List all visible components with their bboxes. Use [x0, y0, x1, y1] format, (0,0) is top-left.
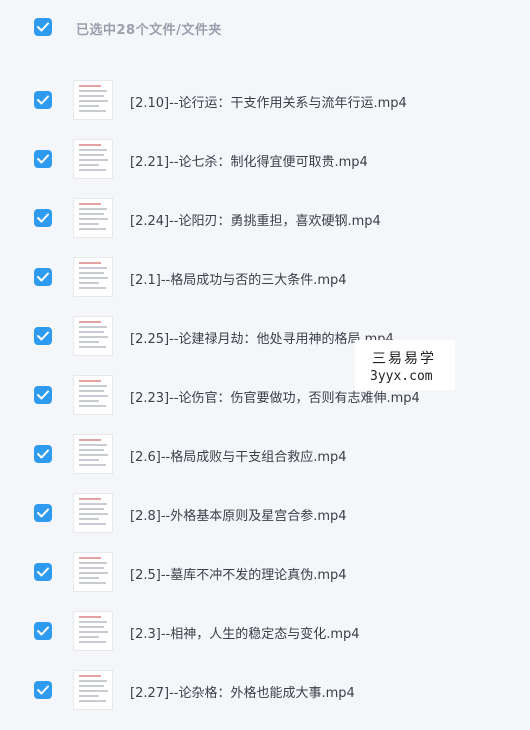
file-checkbox[interactable] [34, 327, 52, 345]
check-icon [37, 22, 49, 32]
video-thumbnail [73, 552, 113, 592]
file-name: [2.5]--墓库不冲不发的理论真伪.mp4 [130, 568, 347, 583]
file-row[interactable]: [2.8]--外格基本原则及星宫合参.mp4 [0, 471, 530, 533]
file-row[interactable]: [2.10]--论行运：干支作用关系与流年行运.mp4 [0, 58, 530, 120]
file-checkbox[interactable] [34, 445, 52, 463]
watermark-line1: 三易易学 [372, 351, 436, 367]
file-row[interactable]: [2.6]--格局成败与干支组合救应.mp4 [0, 412, 530, 474]
check-icon [37, 390, 49, 400]
file-checkbox[interactable] [34, 504, 52, 522]
check-icon [37, 213, 49, 223]
file-name: [2.21]--论七杀：制化得宜便可取贵.mp4 [130, 155, 368, 170]
file-row[interactable]: [2.3]--相神，人生的稳定态与变化.mp4 [0, 589, 530, 651]
video-thumbnail [73, 316, 113, 356]
file-name: [2.6]--格局成败与干支组合救应.mp4 [130, 450, 347, 465]
check-icon [37, 626, 49, 636]
check-icon [37, 331, 49, 341]
check-icon [37, 567, 49, 577]
video-thumbnail [73, 375, 113, 415]
check-icon [37, 95, 49, 105]
file-name: [2.24]--论阳刃：勇挑重担，喜欢硬钢.mp4 [130, 214, 381, 229]
video-thumbnail [73, 493, 113, 533]
video-thumbnail [73, 257, 113, 297]
file-selection-page: 已选中28个文件/文件夹 [2.10]--论行运：干支作用关系与流年行运.mp4… [0, 0, 530, 730]
file-name: [2.10]--论行运：干支作用关系与流年行运.mp4 [130, 96, 407, 111]
video-thumbnail [73, 670, 113, 710]
file-checkbox[interactable] [34, 563, 52, 581]
video-thumbnail [73, 434, 113, 474]
check-icon [37, 449, 49, 459]
check-icon [37, 272, 49, 282]
file-row[interactable]: [2.5]--墓库不冲不发的理论真伪.mp4 [0, 530, 530, 592]
video-thumbnail [73, 198, 113, 238]
file-checkbox[interactable] [34, 209, 52, 227]
selection-count-title: 已选中28个文件/文件夹 [76, 23, 222, 38]
video-thumbnail [73, 611, 113, 651]
watermark-line2: 3yyx.com [370, 369, 433, 384]
file-name: [2.8]--外格基本原则及星宫合参.mp4 [130, 509, 347, 524]
video-thumbnail [73, 139, 113, 179]
select-all-checkbox[interactable] [34, 18, 52, 36]
file-row[interactable]: [2.24]--论阳刃：勇挑重担，喜欢硬钢.mp4 [0, 176, 530, 238]
check-icon [37, 508, 49, 518]
check-icon [37, 685, 49, 695]
file-row[interactable]: [2.1]--格局成功与否的三大条件.mp4 [0, 235, 530, 297]
file-checkbox[interactable] [34, 386, 52, 404]
file-checkbox[interactable] [34, 91, 52, 109]
file-checkbox[interactable] [34, 622, 52, 640]
video-thumbnail [73, 80, 113, 120]
file-name: [2.3]--相神，人生的稳定态与变化.mp4 [130, 627, 360, 642]
file-checkbox[interactable] [34, 681, 52, 699]
file-row[interactable]: [2.27]--论杂格：外格也能成大事.mp4 [0, 648, 530, 710]
site-watermark: 三易易学 3yyx.com [355, 340, 455, 390]
file-checkbox[interactable] [34, 268, 52, 286]
file-row[interactable]: [2.21]--论七杀：制化得宜便可取贵.mp4 [0, 117, 530, 179]
file-name: [2.27]--论杂格：外格也能成大事.mp4 [130, 686, 355, 701]
file-checkbox[interactable] [34, 150, 52, 168]
check-icon [37, 154, 49, 164]
file-name: [2.1]--格局成功与否的三大条件.mp4 [130, 273, 347, 288]
selection-header: 已选中28个文件/文件夹 [0, 0, 530, 58]
